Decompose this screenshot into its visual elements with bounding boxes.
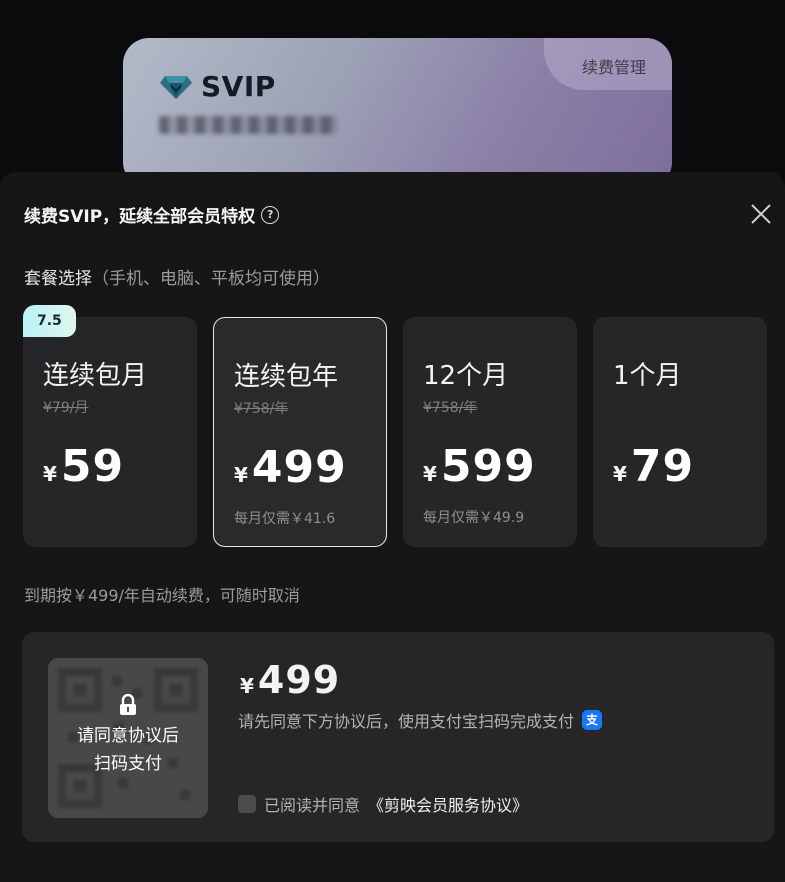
payment-panel: 请同意协议后 扫码支付 ¥ 499 请先同意下方协议后，使用支付宝扫码完成支付 … xyxy=(22,632,774,842)
plan-original-price: ¥758/年 xyxy=(234,401,289,417)
dialog-title: 续费SVIP，延续全部会员特权 xyxy=(24,207,256,227)
plan-price-row: ¥ 599 xyxy=(423,441,536,492)
blurred-account-info xyxy=(159,116,337,134)
plan-section-title: 套餐选择 xyxy=(24,269,92,289)
payment-instruction-row: 请先同意下方协议后，使用支付宝扫码完成支付 支 xyxy=(238,708,603,732)
payment-instruction: 请先同意下方协议后，使用支付宝扫码完成支付 xyxy=(238,712,575,731)
plan-price: 499 xyxy=(251,442,347,493)
currency-symbol: ¥ xyxy=(240,674,254,698)
currency-symbol: ¥ xyxy=(43,462,57,486)
plan-original-price: ¥758/年 xyxy=(423,400,478,416)
plan-monthly-note: 每月仅需￥49.9 xyxy=(423,510,525,526)
plan-price: 79 xyxy=(630,441,695,492)
alipay-icon: 支 xyxy=(582,710,603,730)
plan-monthly-note: 每月仅需￥41.6 xyxy=(234,511,336,527)
help-icon[interactable]: ? xyxy=(261,205,280,224)
renewal-screen: 续费管理 SVIP 续费SVIP，延续全部会员特权 ? 套餐选择（手机、电脑、平… xyxy=(0,0,785,882)
plan-price: 59 xyxy=(60,441,125,492)
discount-badge: 7.5折 xyxy=(23,305,76,361)
qr-code-locked: 请同意协议后 扫码支付 xyxy=(48,658,208,818)
agreement-row: 已阅读并同意 《剪映会员服务协议》 xyxy=(238,792,528,816)
plan-card-12-months[interactable]: 12个月 ¥758/年 ¥ 599 每月仅需￥49.9 xyxy=(403,317,577,547)
qr-locked-message: 请同意协议后 扫码支付 xyxy=(48,722,208,778)
plan-name: 连续包年 xyxy=(234,362,339,392)
plan-name: 1个月 xyxy=(613,361,682,391)
agreement-text: 已阅读并同意 xyxy=(264,796,361,815)
plan-price-row: ¥ 59 xyxy=(43,441,124,492)
agreement-checkbox[interactable] xyxy=(238,795,256,813)
plan-card-1-month[interactable]: 1个月 ¥ 79 xyxy=(593,317,767,547)
close-button[interactable] xyxy=(749,202,773,226)
svip-logo: SVIP xyxy=(159,70,276,103)
plan-price-row: ¥ 79 xyxy=(613,441,694,492)
plan-price-row: ¥ 499 xyxy=(234,442,347,493)
plan-price: 599 xyxy=(440,441,536,492)
currency-symbol: ¥ xyxy=(423,462,437,486)
payment-amount-row: ¥ 499 xyxy=(240,658,340,702)
svip-logo-text: SVIP xyxy=(201,70,276,103)
plan-section-sublabel: （手机、电脑、平板均可使用） xyxy=(92,269,330,289)
plan-name: 12个月 xyxy=(423,361,509,391)
renew-manage-label[interactable]: 续费管理 xyxy=(582,54,646,78)
renewal-dialog: 续费SVIP，延续全部会员特权 ? 套餐选择（手机、电脑、平板均可使用） 连续包… xyxy=(0,172,785,882)
plan-card-yearly-auto[interactable]: 连续包年 ¥758/年 ¥ 499 每月仅需￥41.6 xyxy=(213,317,387,547)
agreement-link[interactable]: 《剪映会员服务协议》 xyxy=(368,792,528,816)
svip-member-card: 续费管理 SVIP xyxy=(123,38,672,188)
plan-original-price: ¥79/月 xyxy=(43,400,89,416)
lock-icon xyxy=(120,694,136,715)
currency-symbol: ¥ xyxy=(234,463,248,487)
dialog-title-row: 续费SVIP，延续全部会员特权 ? xyxy=(24,202,280,227)
qr-locked-line-1: 请同意协议后 xyxy=(77,726,179,746)
currency-symbol: ¥ xyxy=(613,462,627,486)
payment-amount: 499 xyxy=(257,658,341,702)
plan-name: 连续包月 xyxy=(43,361,148,391)
close-icon xyxy=(751,204,771,224)
auto-renew-note: 到期按￥499/年自动续费，可随时取消 xyxy=(24,586,300,605)
plan-section-label: 套餐选择（手机、电脑、平板均可使用） xyxy=(24,264,330,289)
qr-locked-line-2: 扫码支付 xyxy=(94,754,162,774)
diamond-icon xyxy=(160,75,192,99)
